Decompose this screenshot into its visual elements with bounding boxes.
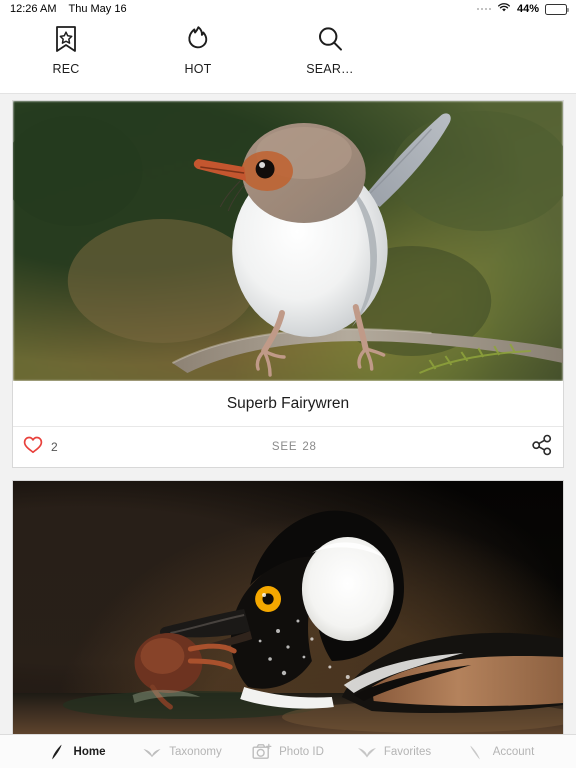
tab-label-photo-id: Photo ID <box>279 745 324 758</box>
status-bar: 12:26 AM Thu May 16 44% <box>0 0 576 18</box>
superb-fairywren-photo[interactable] <box>13 101 563 381</box>
see-comments-button[interactable]: SEE 28 <box>58 441 531 453</box>
see-label: SEE <box>271 441 298 453</box>
toolbar-item-hot[interactable]: HOT <box>132 18 264 76</box>
feed-list[interactable]: Superb Fairywren 2 SEE 28 <box>0 94 576 768</box>
tab-photo-id[interactable]: Photo ID <box>235 742 341 762</box>
tab-label-taxonomy: Taxonomy <box>169 745 222 758</box>
toolbar-label-hot: HOT <box>184 62 212 76</box>
tab-taxonomy[interactable]: Taxonomy <box>129 742 235 762</box>
app-screen: 12:26 AM Thu May 16 44% REC HOT SEAR… Su… <box>0 0 576 768</box>
tab-account[interactable]: Account <box>447 742 553 762</box>
battery-icon <box>545 3 569 15</box>
tab-label-home: Home <box>73 745 106 758</box>
wifi-icon <box>497 2 511 16</box>
like-count: 2 <box>51 440 58 454</box>
like-button[interactable]: 2 <box>23 436 58 459</box>
bird-icon <box>357 742 377 762</box>
tab-label-account: Account <box>492 745 535 758</box>
toolbar-item-search[interactable]: SEAR… <box>264 18 396 76</box>
bottom-tab-bar: Home Taxonomy Photo ID Favorites Account <box>0 734 576 768</box>
signal-dots-icon <box>476 7 491 11</box>
feed-card-merganser <box>12 480 564 743</box>
toolbar-item-rec[interactable]: REC <box>0 18 132 76</box>
status-bar-left: 12:26 AM Thu May 16 <box>10 3 127 15</box>
see-count: 28 <box>302 441 317 453</box>
feed-card-fairywren: Superb Fairywren 2 SEE 28 <box>12 100 564 468</box>
status-bar-right: 44% <box>476 2 569 16</box>
feather-icon <box>47 742 67 762</box>
tab-label-favorites: Favorites <box>383 745 432 758</box>
search-icon <box>316 24 344 54</box>
card-title: Superb Fairywren <box>13 381 563 427</box>
toolbar-label-rec: REC <box>52 62 80 76</box>
camera-plus-icon <box>252 742 272 762</box>
flame-icon <box>185 24 211 54</box>
toolbar-label-search: SEAR… <box>306 62 354 76</box>
share-button[interactable] <box>531 434 553 461</box>
bird-icon <box>142 742 162 762</box>
battery-percent: 44% <box>516 3 539 15</box>
share-icon <box>531 434 553 461</box>
heart-icon <box>23 436 43 459</box>
status-date: Thu May 16 <box>68 3 127 15</box>
top-toolbar: REC HOT SEAR… <box>0 18 576 94</box>
tab-favorites[interactable]: Favorites <box>341 742 447 762</box>
status-time: 12:26 AM <box>10 3 57 15</box>
feather-icon <box>466 742 486 762</box>
hooded-merganser-photo[interactable] <box>13 481 563 743</box>
tab-home[interactable]: Home <box>23 742 129 762</box>
bookmark-star-icon <box>53 24 79 54</box>
card-action-row: 2 SEE 28 <box>13 427 563 467</box>
